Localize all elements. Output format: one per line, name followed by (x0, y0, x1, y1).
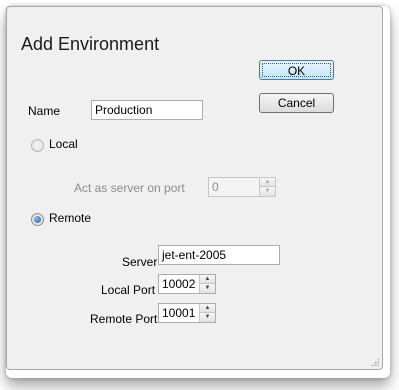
local-option-label: Local (49, 137, 78, 151)
local-radio[interactable] (31, 139, 44, 152)
chevron-down-icon[interactable]: ▼ (200, 284, 215, 293)
remote-port-label: Remote Port (90, 312, 158, 326)
chevron-down-icon[interactable]: ▼ (200, 313, 215, 322)
chevron-up-icon[interactable]: ▲ (200, 304, 215, 313)
dialog-title: Add Environment (21, 34, 160, 54)
server-label: Server (122, 255, 158, 269)
chevron-down-icon[interactable]: ▼ (260, 187, 275, 196)
ok-button-label: OK (262, 63, 331, 78)
add-environment-dialog: Add Environment OK Cancel Name Productio… (6, 6, 383, 370)
local-port-label: Local Port (101, 283, 156, 297)
server-field[interactable]: jet-ent-2005 (158, 245, 280, 265)
act-as-server-port-spinner[interactable]: 0 ▲ ▼ (208, 177, 276, 197)
spinner-arrows: ▲ ▼ (199, 304, 215, 322)
cancel-button[interactable]: Cancel (259, 93, 334, 113)
spinner-arrows: ▲ ▼ (199, 275, 215, 293)
act-as-server-port-value: 0 (212, 180, 219, 194)
ok-button[interactable]: OK (259, 60, 334, 80)
act-as-server-label: Act as server on port (74, 181, 185, 195)
remote-port-spinner[interactable]: 10001 ▲ ▼ (158, 303, 216, 323)
radio-selected-dot (34, 216, 41, 223)
local-port-spinner[interactable]: 10002 ▲ ▼ (158, 274, 216, 294)
local-port-value: 10002 (162, 277, 196, 291)
chevron-up-icon[interactable]: ▲ (260, 178, 275, 187)
spinner-arrows: ▲ ▼ (259, 178, 275, 196)
name-label: Name (28, 104, 61, 118)
name-field[interactable]: Production (91, 100, 203, 120)
remote-port-value: 10001 (162, 306, 196, 320)
chevron-up-icon[interactable]: ▲ (200, 275, 215, 284)
remote-radio[interactable] (31, 213, 44, 226)
resize-grip-icon[interactable] (371, 358, 379, 366)
remote-option-label: Remote (49, 211, 92, 225)
